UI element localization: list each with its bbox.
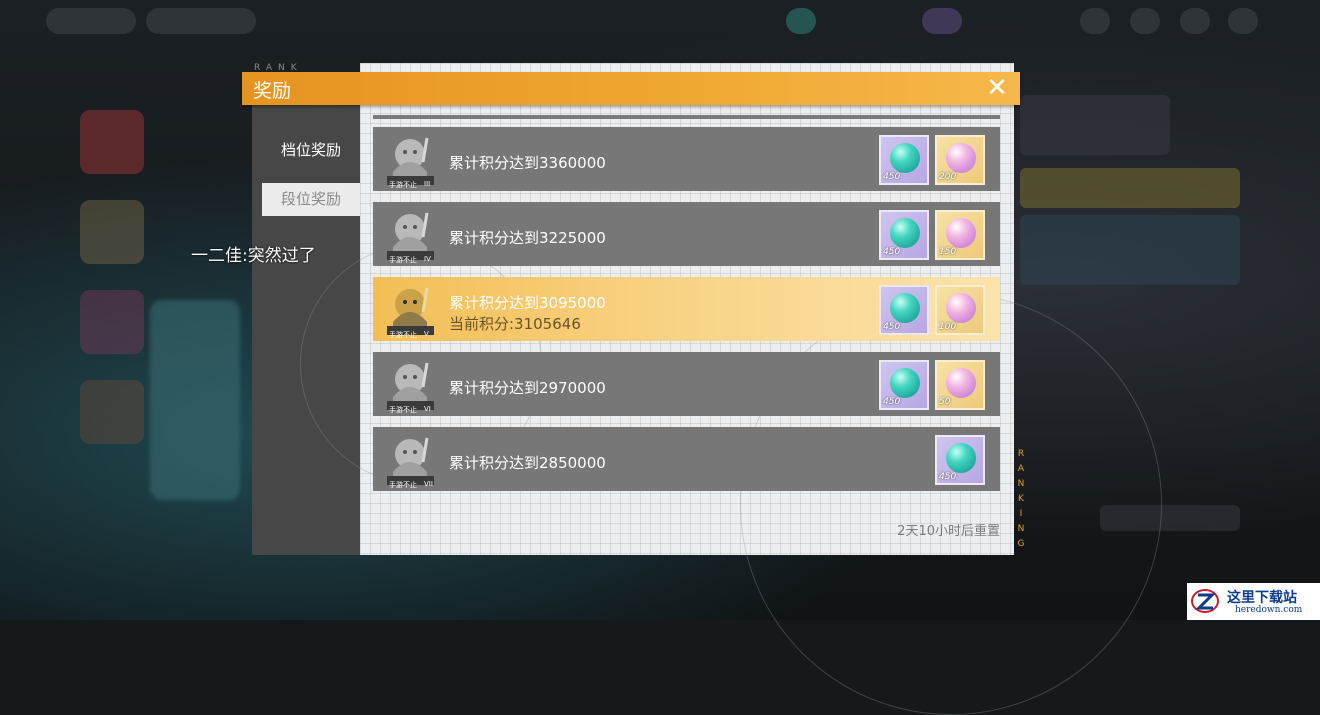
requirement-text: 累计积分达到3095000 bbox=[449, 294, 606, 312]
ranking-vertical-label: RANKING bbox=[1017, 449, 1025, 549]
tier-badge-icon bbox=[383, 207, 438, 262]
close-icon[interactable]: ✕ bbox=[984, 75, 1010, 101]
current-score-text: 当前积分:3105646 bbox=[449, 315, 581, 333]
gem-orb-icon[interactable]: 450 bbox=[879, 360, 929, 410]
blurred-topbar-element bbox=[46, 8, 136, 34]
badge-caption: 手游不止 bbox=[389, 481, 417, 489]
star-orb-icon[interactable]: 150 bbox=[935, 210, 985, 260]
tab-rank-rewards[interactable]: 段位奖励 bbox=[262, 183, 360, 216]
badge-caption: 手游不止 bbox=[389, 181, 417, 189]
tier-numeral: VII bbox=[424, 480, 433, 488]
blurred-topbar-element bbox=[146, 8, 256, 34]
item-qty: 150 bbox=[939, 247, 957, 257]
reward-row: 手游不止 VI 累计积分达到2970000 450 50 bbox=[373, 352, 1000, 416]
blurred-banner bbox=[1020, 168, 1240, 208]
gem-orb-icon[interactable]: 450 bbox=[879, 285, 929, 335]
item-qty: 200 bbox=[939, 172, 957, 182]
blurred-topbar-element bbox=[922, 8, 962, 34]
blurred-topbar-element bbox=[1080, 8, 1110, 34]
blurred-side-icon bbox=[80, 110, 144, 174]
blurred-banner bbox=[1020, 95, 1170, 155]
requirement-text: 累计积分达到2850000 bbox=[449, 454, 606, 472]
blurred-side-icon bbox=[80, 290, 144, 354]
watermark: 这里下载站 heredown.com bbox=[1187, 583, 1320, 620]
blurred-topbar-element bbox=[786, 8, 816, 34]
watermark-cn: 这里下载站 bbox=[1227, 590, 1297, 606]
reset-timer: 2天10小时后重置 bbox=[897, 524, 1000, 539]
dialog-header: 奖励 ✕ bbox=[242, 72, 1020, 105]
badge-caption: 手游不止 bbox=[389, 256, 417, 264]
badge-caption: 手游不止 bbox=[389, 406, 417, 414]
gem-orb-icon[interactable]: 450 bbox=[879, 210, 929, 260]
blurred-topbar-element bbox=[1228, 8, 1258, 34]
item-qty: 450 bbox=[939, 472, 957, 482]
tier-badge-icon bbox=[383, 132, 438, 187]
blurred-banner bbox=[1020, 215, 1240, 285]
blurred-side-icon bbox=[80, 380, 144, 444]
tier-numeral: IV bbox=[424, 255, 431, 263]
reward-row: 手游不止 IV 累计积分达到3225000 450 150 bbox=[373, 202, 1000, 266]
tier-numeral: V bbox=[424, 330, 429, 338]
reward-row: 手游不止 VII 累计积分达到2850000 450 bbox=[373, 427, 1000, 491]
requirement-text: 累计积分达到2970000 bbox=[449, 379, 606, 397]
reward-row: 手游不止 III 累计积分达到3360000 450 200 bbox=[373, 127, 1000, 191]
rewards-dialog: RANK 奖励 ✕ 档位奖励 段位奖励 手游不止 III 累计积分达到33600… bbox=[242, 63, 1162, 715]
tier-badge-icon bbox=[383, 282, 438, 337]
gem-orb-icon[interactable]: 450 bbox=[935, 435, 985, 485]
item-qty: 50 bbox=[939, 397, 951, 407]
blurred-topbar-element bbox=[1180, 8, 1210, 34]
blurred-character bbox=[150, 300, 240, 500]
watermark-logo-icon bbox=[1191, 589, 1219, 613]
blurred-topbar-element bbox=[1130, 8, 1160, 34]
gem-orb-icon[interactable]: 450 bbox=[879, 135, 929, 185]
item-qty: 450 bbox=[883, 247, 901, 257]
tab-tier-rewards[interactable]: 档位奖励 bbox=[262, 134, 360, 167]
star-orb-icon[interactable]: 200 bbox=[935, 135, 985, 185]
dialog-title: 奖励 bbox=[253, 80, 292, 102]
reward-row-current: 手游不止 V 累计积分达到3095000 当前积分:3105646 450 10… bbox=[373, 277, 1000, 341]
blurred-side-icon bbox=[80, 200, 144, 264]
tier-badge-icon bbox=[383, 357, 438, 412]
badge-caption: 手游不止 bbox=[389, 331, 417, 339]
item-qty: 450 bbox=[883, 322, 901, 332]
watermark-en: heredown.com bbox=[1235, 605, 1303, 615]
requirement-text: 累计积分达到3225000 bbox=[449, 229, 606, 247]
star-orb-icon[interactable]: 50 bbox=[935, 360, 985, 410]
chat-message: 一二佳:突然过了 bbox=[191, 246, 316, 266]
requirement-text: 累计积分达到3360000 bbox=[449, 154, 606, 172]
tier-numeral: III bbox=[424, 180, 431, 188]
scroll-track[interactable] bbox=[373, 115, 1000, 119]
item-qty: 100 bbox=[939, 322, 957, 332]
item-qty: 450 bbox=[883, 397, 901, 407]
star-orb-icon[interactable]: 100 bbox=[935, 285, 985, 335]
tier-badge-icon bbox=[383, 432, 438, 487]
tier-numeral: VI bbox=[424, 405, 431, 413]
item-qty: 450 bbox=[883, 172, 901, 182]
